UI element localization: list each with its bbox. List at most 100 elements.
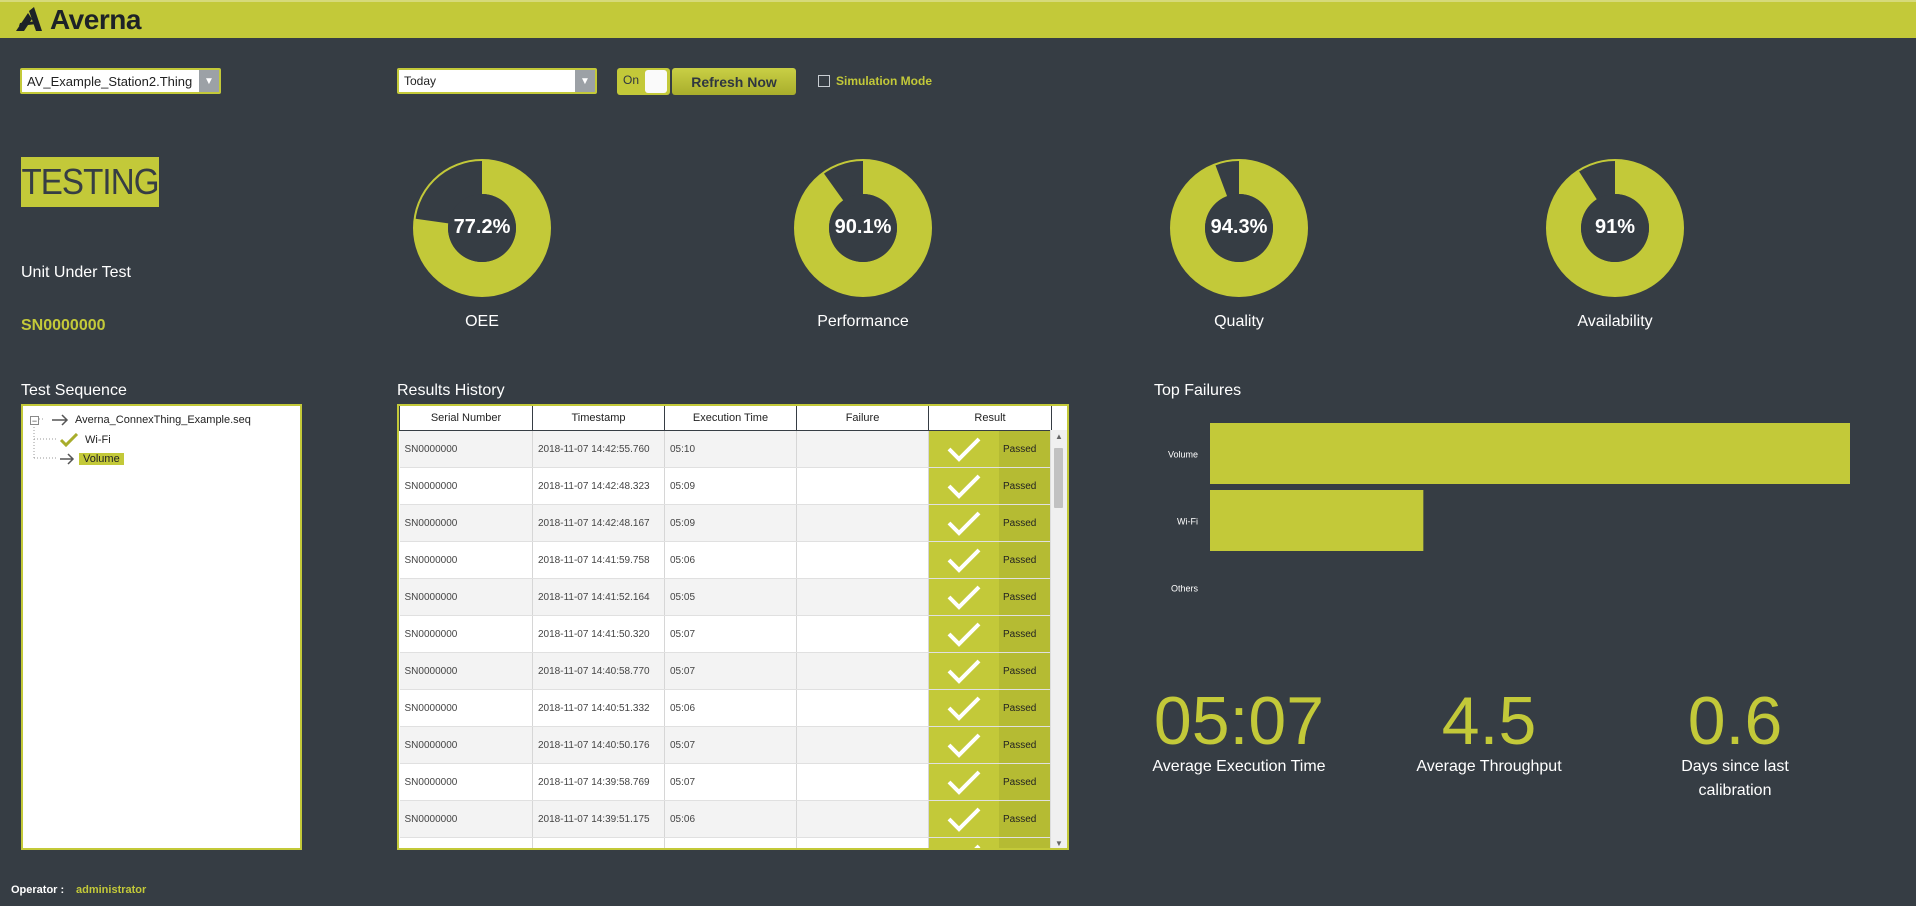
result-cell: Passed (928, 541, 1052, 579)
table-row[interactable]: SN0000000 2018-11-07 14:42:55.760 05:10 Pas… (399, 430, 1052, 468)
tree-item-root[interactable]: − Averna_ConnexThing_Example.seq (30, 414, 251, 426)
period-select-value: Today (404, 74, 437, 88)
kpi-days-since-calibration: 0.6 Days since last calibration (1645, 687, 1825, 803)
column-header[interactable]: Timestamp (532, 406, 665, 431)
table-row[interactable]: SN0000000 2018-11-07 14:40:50.176 05:07 Pas… (399, 726, 1052, 764)
table-cell: 05:10 (664, 430, 797, 468)
result-text: Passed (999, 801, 1051, 837)
tree-item-label: Wi-Fi (85, 434, 111, 446)
brand-logo: Averna (14, 4, 141, 35)
table-cell (399, 837, 533, 848)
table-cell (796, 504, 929, 542)
scroll-down-icon[interactable]: ▼ (1055, 839, 1063, 848)
table-row[interactable]: SN0000000 2018-11-07 14:39:58.769 05:07 Pas… (399, 763, 1052, 801)
results-history-table: Serial Number Timestamp Execution Time F… (397, 404, 1069, 850)
table-cell (796, 467, 929, 505)
tree-item-label: Volume (79, 453, 124, 465)
table-cell (796, 800, 929, 838)
table-cell (664, 837, 797, 848)
column-header[interactable]: Serial Number (399, 406, 533, 431)
checkmark-icon (929, 579, 999, 615)
bar-volume[interactable] (1210, 423, 1850, 484)
operator-name: administrator (76, 884, 147, 896)
kpi-value: 05:07 (1153, 683, 1325, 759)
gauge-label: OEE (465, 313, 499, 330)
toggle-knob[interactable] (645, 70, 667, 93)
result-cell: Passed (928, 652, 1052, 690)
chevron-down-icon[interactable]: ▼ (575, 70, 595, 92)
results-scrollbar[interactable]: ▲ ▼ (1050, 430, 1067, 848)
arrow-right-icon (60, 453, 75, 465)
top-bar: Averna (0, 0, 1916, 38)
results-table: Serial Number Timestamp Execution Time F… (399, 406, 1052, 848)
result-cell: Passed (928, 615, 1052, 653)
table-cell (532, 837, 665, 848)
table-cell: 2018-11-07 14:42:48.167 (532, 504, 665, 542)
table-cell (796, 763, 929, 801)
chevron-down-icon[interactable]: ▼ (199, 70, 219, 92)
result-wrap: Passed (929, 616, 1051, 652)
status-badge: TESTING (21, 157, 159, 207)
result-cell (928, 837, 1052, 848)
result-wrap: Passed (929, 801, 1051, 837)
scroll-up-icon[interactable]: ▲ (1055, 432, 1063, 441)
scroll-thumb[interactable] (1054, 448, 1063, 508)
column-header[interactable]: Execution Time (664, 406, 797, 431)
averna-logo-icon (16, 7, 42, 31)
table-cell: 2018-11-07 14:42:55.760 (532, 430, 665, 468)
simulation-mode-checkbox[interactable] (818, 75, 830, 87)
result-wrap: Passed (929, 468, 1051, 504)
table-row[interactable]: SN0000000 2018-11-07 14:41:52.164 05:05 Pas… (399, 578, 1052, 616)
table-cell: 2018-11-07 14:40:50.176 (532, 726, 665, 764)
tree-item-wifi[interactable]: Wi-Fi (59, 433, 111, 447)
kpi-average-throughput: 4.5 Average Throughput (1404, 687, 1574, 779)
station-select[interactable]: AV_Example_Station2.Thing ▼ (20, 68, 221, 94)
result-text: Passed (999, 727, 1051, 763)
gauge-value: 77.2% (453, 216, 511, 238)
result-text: Passed (999, 653, 1051, 689)
bar-label: Others (1171, 584, 1199, 594)
brand-name: Averna (50, 4, 141, 35)
table-cell (796, 652, 929, 690)
table-cell: 05:07 (664, 763, 797, 801)
refresh-now-button[interactable]: Refresh Now (672, 68, 796, 95)
table-cell: SN0000000 (399, 726, 533, 764)
table-row[interactable]: SN0000000 2018-11-07 14:39:51.175 05:06 Pas… (399, 800, 1052, 838)
kpi-label: Days since last calibration (1681, 758, 1789, 799)
gauge-value: 90.1% (834, 216, 892, 238)
checkmark-icon (929, 468, 999, 504)
result-wrap (929, 838, 1051, 848)
auto-refresh-toggle[interactable]: On (617, 68, 670, 95)
bar-label: Volume (1168, 450, 1198, 460)
test-sequence-title: Test Sequence (21, 382, 127, 399)
table-cell: 05:05 (664, 578, 797, 616)
gauge-performance: 90.1% Performance (793, 158, 933, 340)
result-wrap: Passed (929, 505, 1051, 541)
table-row[interactable]: SN0000000 2018-11-07 14:40:51.332 05:06 Pas… (399, 689, 1052, 727)
table-row[interactable]: SN0000000 2018-11-07 14:41:50.320 05:07 Pas… (399, 615, 1052, 653)
table-cell: SN0000000 (399, 578, 533, 616)
table-row[interactable]: SN0000000 2018-11-07 14:41:59.758 05:06 Pas… (399, 541, 1052, 579)
top-failures-title: Top Failures (1154, 382, 1242, 399)
table-row[interactable]: SN0000000 2018-11-07 14:40:58.770 05:07 Pas… (399, 652, 1052, 690)
result-text: Passed (999, 690, 1051, 726)
result-cell: Passed (928, 504, 1052, 542)
tree-item-volume[interactable]: Volume (59, 453, 124, 465)
tree-item-label: Averna_ConnexThing_Example.seq (75, 414, 251, 426)
column-header[interactable]: Result (928, 406, 1052, 431)
column-header[interactable]: Failure (796, 406, 929, 431)
kpi-value: 0.6 (1687, 683, 1783, 759)
table-cell: SN0000000 (399, 800, 533, 838)
bar-wi-fi[interactable] (1210, 490, 1424, 551)
table-cell: 05:06 (664, 800, 797, 838)
checkmark-icon (59, 433, 79, 447)
checkmark-icon (929, 801, 999, 837)
collapse-icon[interactable]: − (30, 415, 39, 425)
bar-label: Wi-Fi (1177, 517, 1198, 527)
period-select[interactable]: Today ▼ (397, 68, 597, 94)
table-row[interactable] (399, 837, 1052, 848)
table-row[interactable]: SN0000000 2018-11-07 14:42:48.167 05:09 Pas… (399, 504, 1052, 542)
table-row[interactable]: SN0000000 2018-11-07 14:42:48.323 05:09 Pas… (399, 467, 1052, 505)
table-cell: SN0000000 (399, 504, 533, 542)
checkmark-icon (929, 653, 999, 689)
